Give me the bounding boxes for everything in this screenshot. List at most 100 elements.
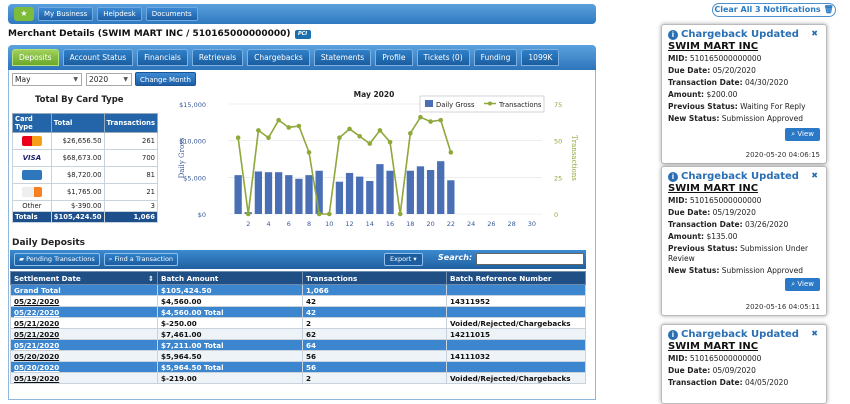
transactions-point — [276, 117, 281, 123]
col-batch-amount[interactable]: Batch Amount — [157, 271, 303, 285]
tab-1099k[interactable]: 1099K — [521, 49, 560, 66]
tab-retrievals[interactable]: Retrievals — [191, 49, 244, 66]
notification-card: i Chargeback Updated ✖ SWIM MART INC MID: 51… — [661, 324, 827, 404]
notification-txdate: Transaction Date: 03/26/2020 — [668, 220, 789, 229]
sort-icon[interactable]: ⇕ — [148, 274, 154, 283]
cell-amount: $5,964.50 — [157, 350, 303, 362]
cell-amount: $-250.00 — [157, 317, 303, 329]
top-nav: ★ My Business Helpdesk Documents — [8, 4, 596, 24]
transactions-point — [337, 135, 342, 141]
pending-transactions-button[interactable]: ▰ Pending Transactions — [14, 253, 100, 266]
col-batch-reference[interactable]: Batch Reference Number — [446, 271, 586, 285]
card-transactions: 81 — [103, 166, 159, 184]
tab-account-status[interactable]: Account Status — [62, 49, 134, 66]
transactions-point — [408, 131, 413, 136]
find-transaction-label: Find a Transaction — [114, 255, 174, 263]
chart-title: May 2020 — [354, 90, 395, 99]
discover-logo-icon — [12, 183, 52, 201]
tab-profile[interactable]: Profile — [375, 49, 413, 66]
cell-date[interactable]: 05/19/2020 — [10, 372, 158, 384]
card-total: $-390.00 — [50, 200, 105, 212]
nav-my-business[interactable]: My Business — [38, 7, 94, 21]
tab-funding[interactable]: Funding — [473, 49, 518, 66]
y-tick-label: $15,000 — [179, 101, 206, 109]
table-row: 05/21/2020 $-250.00 2 Voided/Rejected/Charg… — [10, 317, 586, 329]
notification-due: Due Date: 05/09/2020 — [668, 366, 756, 375]
y-tick-label: $0 — [198, 211, 206, 219]
close-icon[interactable]: ✖ — [811, 329, 818, 338]
tab-financials[interactable]: Financials — [137, 49, 188, 66]
cell-amount: $105,424.50 — [157, 284, 303, 296]
totals-label: Totals — [12, 211, 52, 223]
month-select[interactable]: May ▼ — [12, 73, 82, 86]
view-button[interactable]: ⌕ View — [785, 128, 820, 141]
search-input[interactable] — [476, 253, 584, 265]
notification-mid: MID: 510165000000000 — [668, 54, 762, 63]
cell-ref — [446, 284, 586, 296]
notification-amount: Amount: $200.00 — [668, 90, 738, 99]
cell-tx: 42 — [302, 306, 447, 318]
transactions-point — [377, 128, 383, 133]
x-tick-label: 24 — [467, 220, 475, 228]
notification-merchant[interactable]: SWIM MART INC — [668, 183, 820, 194]
cell-date[interactable]: 05/22/2020 — [10, 295, 158, 307]
transactions-point — [326, 211, 332, 217]
bar — [386, 170, 394, 214]
legend-swatch-point — [488, 101, 492, 106]
cell-amount: $4,560.00 Total — [157, 306, 303, 318]
transactions-point — [367, 141, 373, 146]
bar — [356, 176, 364, 214]
notification-card: i Chargeback Updated ✖ SWIM MART INC MID: 51… — [661, 166, 827, 316]
tab-deposits[interactable]: Deposits — [12, 49, 59, 66]
tab-statements[interactable]: Statements — [313, 49, 372, 66]
year-select[interactable]: 2020 ▼ — [86, 73, 132, 86]
x-tick-label: 26 — [487, 220, 495, 228]
notification-merchant[interactable]: SWIM MART INC — [668, 341, 820, 352]
col-transactions[interactable]: Transactions — [302, 271, 447, 285]
table-row: 05/22/2020 $4,560.00 42 14311952 — [10, 295, 586, 307]
legend-label: Daily Gross — [436, 101, 475, 109]
mastercard-logo-icon — [12, 132, 52, 150]
cell-tx: 42 — [302, 295, 447, 307]
cell-date[interactable]: 05/20/2020 — [10, 350, 158, 362]
close-icon[interactable]: ✖ — [811, 29, 818, 38]
cell-date[interactable]: 05/21/2020 — [10, 328, 158, 340]
card-total: $26,656.50 — [50, 132, 105, 150]
cell-date: 05/22/2020 — [10, 306, 158, 318]
close-icon[interactable]: ✖ — [811, 171, 818, 180]
notification-mid: MID: 510165000000000 — [668, 196, 762, 205]
nav-documents[interactable]: Documents — [145, 7, 198, 21]
x-tick-label: 28 — [507, 220, 515, 228]
bar — [437, 161, 445, 214]
transactions-point — [256, 128, 261, 133]
bar — [376, 164, 384, 214]
x-tick-label: 20 — [426, 220, 434, 228]
find-transaction-button[interactable]: ⌕ Find a Transaction — [103, 253, 179, 266]
daily-deposits-table: Settlement Date ⇕ Batch Amount Transactio… — [10, 271, 586, 384]
card-type-other: Other — [12, 200, 52, 212]
tab-tickets[interactable]: Tickets (0) — [416, 49, 470, 66]
cell-date[interactable]: 05/21/2020 — [10, 317, 158, 329]
tab-chargebacks[interactable]: Chargebacks — [247, 49, 310, 66]
card-total: $68,673.00 — [50, 149, 105, 167]
nav-helpdesk[interactable]: Helpdesk — [97, 7, 142, 21]
y2-tick-label: 25 — [554, 174, 562, 182]
clear-all-notifications-button[interactable]: Clear All 3 Notifications 🗑 — [712, 3, 836, 17]
subtotal-row: 05/21/2020 $7,211.00 Total 64 — [10, 339, 586, 351]
notification-new: New Status: Submission Approved — [668, 114, 803, 123]
bar — [426, 170, 435, 214]
notification-merchant[interactable]: SWIM MART INC — [668, 41, 820, 52]
cell-date: 05/21/2020 — [10, 339, 158, 351]
export-button[interactable]: Export ▾ — [384, 253, 423, 266]
notification-new: New Status: Submission Approved — [668, 266, 803, 275]
cell-date: 05/20/2020 — [10, 361, 158, 373]
change-month-button[interactable]: Change Month — [135, 72, 196, 86]
home-icon[interactable]: ★ — [14, 7, 34, 21]
view-button[interactable]: ⌕ View — [785, 278, 820, 291]
table-row: 05/19/2020 $-219.00 2 Voided/Rejected/Charg… — [10, 372, 586, 384]
merchant-title: Merchant Details (SWIM MART INC / 510165… — [8, 29, 311, 39]
col-settlement-date[interactable]: Settlement Date ⇕ — [10, 271, 158, 285]
bar — [234, 175, 242, 214]
notification-amount: Amount: $135.00 — [668, 232, 738, 241]
x-tick-label: 6 — [287, 220, 291, 228]
